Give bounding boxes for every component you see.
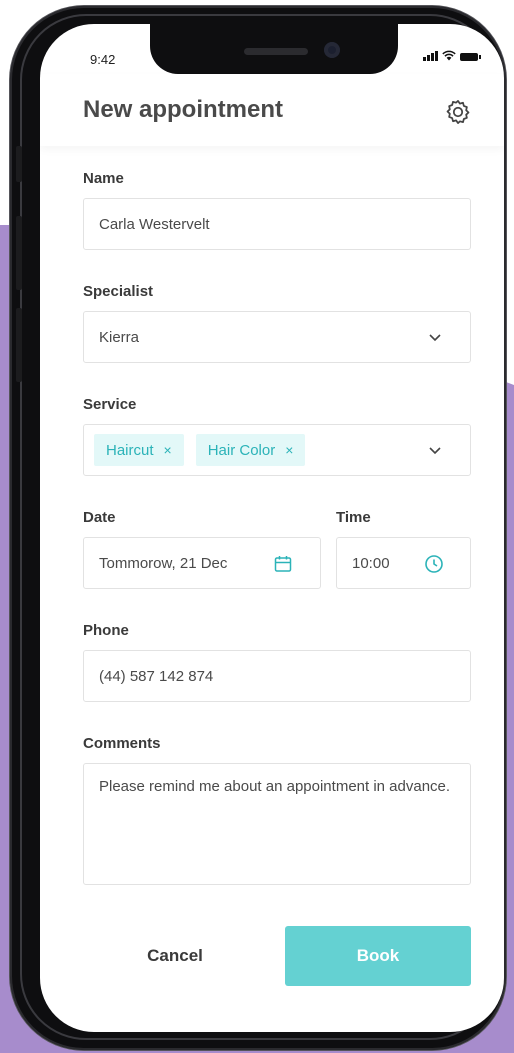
cancel-button[interactable]: Cancel — [83, 926, 267, 986]
gear-icon[interactable] — [444, 98, 472, 126]
remove-chip-icon[interactable]: × — [285, 442, 293, 458]
volume-up-button — [16, 216, 22, 290]
date-label: Date — [83, 509, 116, 526]
service-chip: Hair Color × — [195, 434, 306, 466]
specialist-label: Specialist — [83, 283, 154, 300]
phone-input[interactable]: (44) 587 142 874 — [83, 650, 471, 702]
app-screen: 9:42 New appointment Name Carla Westerve… — [40, 24, 504, 1032]
signal-icon — [423, 51, 438, 61]
volume-down-button — [16, 308, 22, 382]
time-label: Time — [336, 509, 371, 526]
specialist-select[interactable]: Kierra — [83, 311, 471, 363]
service-chip-label: Haircut — [106, 441, 154, 459]
service-chip: Haircut × — [94, 434, 184, 466]
status-icons — [423, 50, 481, 61]
date-value: Tommorow, 21 Dec — [99, 554, 228, 572]
app-header: New appointment — [40, 74, 504, 146]
chevron-down-icon — [429, 334, 441, 342]
service-select[interactable]: Haircut × Hair Color × — [83, 424, 471, 476]
comments-label: Comments — [83, 735, 161, 752]
service-chip-label: Hair Color — [207, 441, 276, 459]
time-value: 10:00 — [352, 554, 390, 572]
page-title: New appointment — [83, 96, 284, 123]
phone-frame: 9:42 New appointment Name Carla Westerve… — [10, 6, 506, 1050]
speaker — [244, 48, 308, 55]
name-value: Carla Westervelt — [99, 215, 210, 233]
time-input[interactable]: 10:00 — [336, 537, 471, 589]
phone-value: (44) 587 142 874 — [99, 667, 214, 685]
comments-value: Please remind me about an appointment in… — [99, 778, 451, 795]
remove-chip-icon[interactable]: × — [164, 442, 172, 458]
notch — [150, 24, 398, 74]
battery-icon — [460, 53, 481, 61]
wifi-icon — [442, 50, 456, 61]
status-time: 9:42 — [90, 52, 116, 67]
phone-label: Phone — [83, 622, 129, 639]
front-camera — [324, 42, 340, 58]
clock-icon — [425, 555, 443, 573]
book-button[interactable]: Book — [285, 926, 471, 986]
specialist-value: Kierra — [99, 328, 140, 346]
chevron-down-icon — [429, 447, 441, 455]
mute-switch — [16, 146, 22, 182]
name-input[interactable]: Carla Westervelt — [83, 198, 471, 250]
date-input[interactable]: Tommorow, 21 Dec — [83, 537, 321, 589]
calendar-icon — [274, 556, 292, 572]
service-label: Service — [83, 396, 137, 413]
name-label: Name — [83, 170, 124, 187]
comments-textarea[interactable]: Please remind me about an appointment in… — [83, 763, 471, 885]
